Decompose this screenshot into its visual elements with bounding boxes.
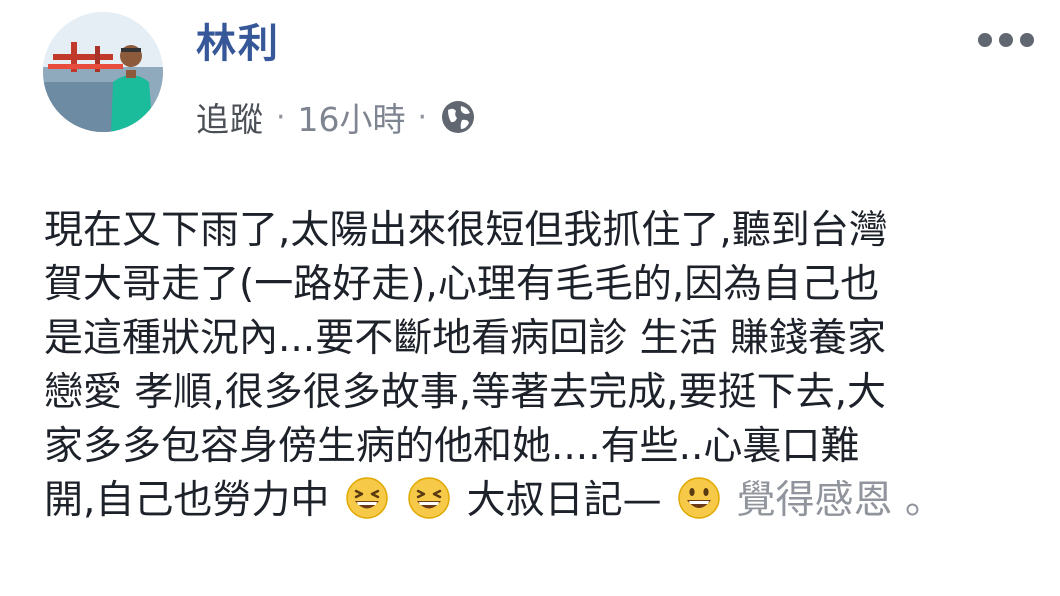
follow-link[interactable]: 追蹤 bbox=[196, 93, 264, 141]
post-meta: 追蹤 · 16小時 · bbox=[196, 93, 477, 141]
post-line: 現在又下雨了,太陽出來很短但我抓住了,聽到台灣 bbox=[44, 208, 888, 253]
post-text: 開,自己也勞力中 bbox=[44, 478, 330, 523]
grinning-squinting-face-emoji bbox=[408, 477, 450, 519]
globe-icon[interactable] bbox=[439, 98, 477, 136]
post-text: 大叔日記— bbox=[466, 478, 662, 523]
grinning-squinting-face-emoji bbox=[346, 477, 388, 519]
more-options-icon[interactable] bbox=[978, 28, 1034, 52]
meta-separator: · bbox=[276, 99, 286, 135]
avatar-photo bbox=[43, 12, 163, 132]
post-line: 家多多包容身傍生病的他和她....有些..心裏口難 bbox=[44, 424, 860, 469]
post-line: 是這種狀況內...要不斷地看病回診 生活 賺錢養家 bbox=[44, 316, 886, 361]
post-timestamp[interactable]: 16小時 bbox=[298, 93, 406, 141]
post-line: 戀愛 孝順,很多很多故事,等著去完成,要挺下去,大 bbox=[44, 370, 886, 415]
post-line: 賀大哥走了(一路好走),心理有毛毛的,因為自己也 bbox=[44, 262, 880, 307]
grinning-face-emoji bbox=[678, 477, 720, 519]
avatar[interactable] bbox=[43, 12, 163, 132]
post-body: 現在又下雨了,太陽出來很短但我抓住了,聽到台灣 賀大哥走了(一路好走),心理有毛… bbox=[44, 204, 1034, 528]
post-text-end: 。 bbox=[904, 478, 944, 523]
feeling-text[interactable]: 覺得感恩 bbox=[736, 478, 892, 523]
author-name[interactable]: 林利 bbox=[196, 18, 280, 70]
post-line-last: 開,自己也勞力中 大叔日記— 覺得感恩 。 bbox=[44, 474, 1034, 528]
meta-separator: · bbox=[417, 99, 428, 135]
